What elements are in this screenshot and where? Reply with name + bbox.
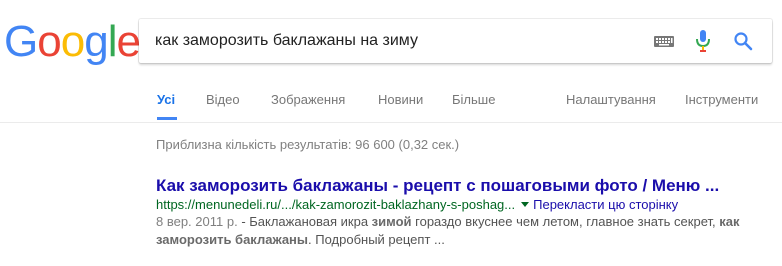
search-box	[139, 19, 772, 63]
search-tabs: Усі Відео Зображення Новини Більше Налаш…	[0, 80, 782, 122]
result-url-line: https://menunedeli.ru/.../kak-zamorozit-…	[156, 196, 756, 213]
header: Google Усі Відео Зображення Новини Більш…	[0, 0, 782, 123]
snippet-text: гораздо вкуснее чем летом, главное знать…	[411, 214, 720, 229]
tab-images[interactable]: Зображення	[271, 80, 345, 120]
tab-all[interactable]: Усі	[157, 80, 175, 120]
active-tab-indicator	[157, 117, 177, 120]
microphone-icon[interactable]	[696, 30, 710, 52]
snippet-text: . Подробный рецепт ...	[308, 232, 445, 247]
tab-tools[interactable]: Інструменти	[685, 80, 758, 120]
keyboard-icon[interactable]	[654, 36, 674, 47]
logo-letter: e	[116, 17, 141, 66]
search-icon[interactable]	[733, 31, 753, 51]
translate-page-link[interactable]: Перекласти цю сторінку	[533, 197, 678, 212]
results-stats: Приблизна кількість результатів: 96 600 …	[156, 137, 460, 152]
logo-letter: o	[60, 17, 86, 66]
tab-video[interactable]: Відео	[206, 80, 240, 120]
logo-letter: l	[107, 17, 118, 66]
dropdown-arrow-icon[interactable]	[521, 202, 530, 208]
snippet-highlight: заморозить баклажаны	[156, 232, 309, 247]
snippet-text: - Баклажановая икра	[237, 214, 372, 229]
google-logo[interactable]: Google	[4, 17, 141, 66]
result-snippet: 8 вер. 2011 р. - Баклажановая икра зимой…	[156, 213, 756, 249]
snippet-highlight: зимой	[371, 214, 412, 229]
logo-letter: o	[37, 17, 62, 66]
tab-more[interactable]: Більше	[452, 80, 495, 120]
result-title-link[interactable]: Как заморозить баклажаны - рецепт с поша…	[156, 175, 756, 197]
logo-letter: g	[84, 17, 109, 66]
tab-settings[interactable]: Налаштування	[566, 80, 656, 120]
search-input[interactable]	[155, 19, 635, 63]
snippet-highlight: как	[719, 214, 740, 229]
logo-letter: G	[4, 17, 38, 66]
search-result: Как заморозить баклажаны - рецепт с поша…	[156, 175, 756, 249]
tab-news[interactable]: Новини	[378, 80, 423, 120]
result-url: https://menunedeli.ru/.../kak-zamorozit-…	[156, 197, 516, 212]
result-date: 8 вер. 2011 р.	[156, 214, 238, 229]
